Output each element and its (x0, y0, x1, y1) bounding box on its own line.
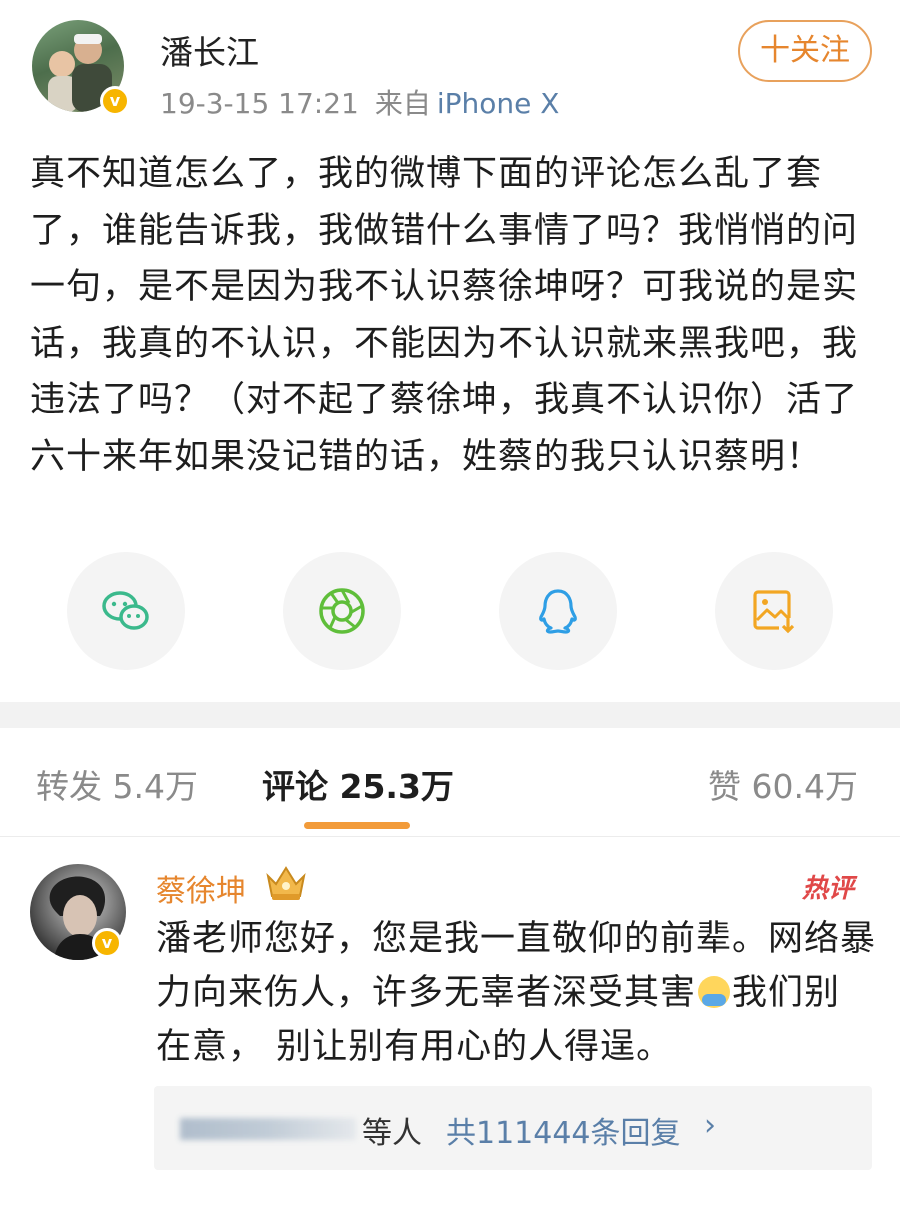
post-source-prefix: 来自 (374, 87, 431, 120)
active-tab-indicator (304, 822, 410, 829)
comment-body: 潘老师您好，您是我一直敬仰的前辈。网络暴力向来伤人，许多无辜者深受其害 我们别在意… (156, 912, 876, 1074)
blurred-usernames (180, 1118, 356, 1140)
author-name[interactable]: 潘长江 (160, 26, 259, 74)
post-timestamp: 19-3-15 17:21 (160, 87, 359, 120)
hugging-emoji-icon (698, 976, 731, 1008)
tab-likes[interactable]: 赞 60.4万 (708, 760, 858, 808)
tabs-divider (0, 836, 900, 837)
tab-repost[interactable]: 转发 5.4万 (36, 760, 198, 808)
moments-share-button[interactable] (283, 552, 401, 670)
vip-crown-icon (266, 866, 306, 900)
reply-etc-label: 等人 (362, 1116, 422, 1151)
follow-button[interactable]: 十关注 (738, 20, 872, 82)
tab-comments[interactable]: 评论 25.3万 (262, 760, 454, 808)
hot-comment-tag: 热评 (802, 874, 855, 904)
verified-badge-icon: v (100, 86, 130, 116)
reply-summary[interactable]: 等人 共111444条回复 › (154, 1086, 872, 1170)
wechat-share-button[interactable] (67, 552, 185, 670)
post-device[interactable]: iPhone X (437, 87, 560, 120)
commenter-name[interactable]: 蔡徐坤 (156, 866, 246, 910)
reply-count-link[interactable]: 共111444条回复 (446, 1108, 681, 1152)
post-meta: 19-3-15 17:21 来自 iPhone X (160, 82, 560, 122)
weibo-post-page: v 潘长江 19-3-15 17:21 来自 iPhone X 十关注 真不知道怎么… (0, 0, 900, 1205)
post-header: v 潘长江 19-3-15 17:21 来自 iPhone X 十关注 (0, 0, 900, 130)
moments-icon (319, 588, 365, 634)
commenter-verified-badge-icon: v (92, 928, 122, 958)
share-row (0, 552, 900, 672)
section-divider (0, 702, 900, 728)
qq-share-button[interactable] (499, 552, 617, 670)
wechat-icon (102, 591, 149, 630)
qq-icon (539, 589, 577, 634)
save-image-button[interactable] (715, 552, 833, 670)
post-body-text: 真不知道怎么了，我的微博下面的评论怎么乱了套了，谁能告诉我，我做错什么事情了吗？… (30, 154, 859, 477)
comment-footer-clipped (154, 1190, 874, 1204)
save-image-icon (753, 590, 797, 634)
chevron-right-icon: › (704, 1108, 716, 1143)
